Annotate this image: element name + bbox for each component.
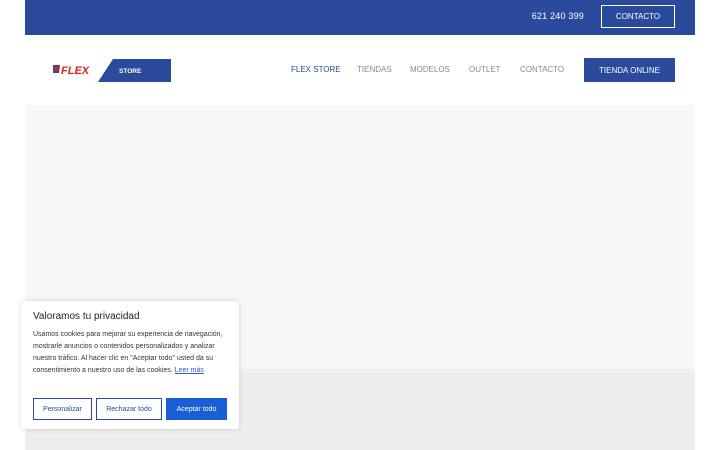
- nav-contacto[interactable]: CONTACTO: [520, 65, 564, 74]
- header: FLEX STORE FLEX STORE TIENDAS MODELOS OU…: [25, 35, 695, 105]
- nav-tiendas[interactable]: TIENDAS: [357, 65, 392, 74]
- reject-all-button[interactable]: Rechazar todo: [96, 398, 162, 420]
- nav-outlet[interactable]: OUTLET: [469, 65, 501, 74]
- online-shop-button[interactable]: TIENDA ONLINE: [584, 58, 675, 82]
- phone-number[interactable]: 621 240 399: [532, 11, 584, 21]
- nav-modelos[interactable]: MODELOS: [410, 65, 450, 74]
- flex-wordmark: FLEX: [61, 65, 90, 77]
- store-wordmark: STORE: [119, 68, 142, 75]
- cookie-buttons: Personalizar Rechazar todo Aceptar todo: [33, 398, 227, 420]
- cookie-text: Usamos cookies para mejorar su experienc…: [33, 329, 227, 377]
- cookie-consent-dialog: Valoramos tu privacidad Usamos cookies p…: [21, 301, 239, 429]
- flex-flag-icon: [53, 65, 60, 73]
- accept-all-button[interactable]: Aceptar todo: [166, 398, 227, 420]
- read-more-link[interactable]: Leer más: [175, 367, 204, 374]
- cookie-title: Valoramos tu privacidad: [33, 311, 140, 322]
- flex-store-logo[interactable]: FLEX STORE: [53, 59, 171, 82]
- top-contact-button[interactable]: CONTACTO: [601, 5, 675, 28]
- customize-button[interactable]: Personalizar: [33, 398, 92, 420]
- nav-flex-store[interactable]: FLEX STORE: [291, 65, 341, 74]
- top-bar: 621 240 399 CONTACTO: [25, 0, 695, 35]
